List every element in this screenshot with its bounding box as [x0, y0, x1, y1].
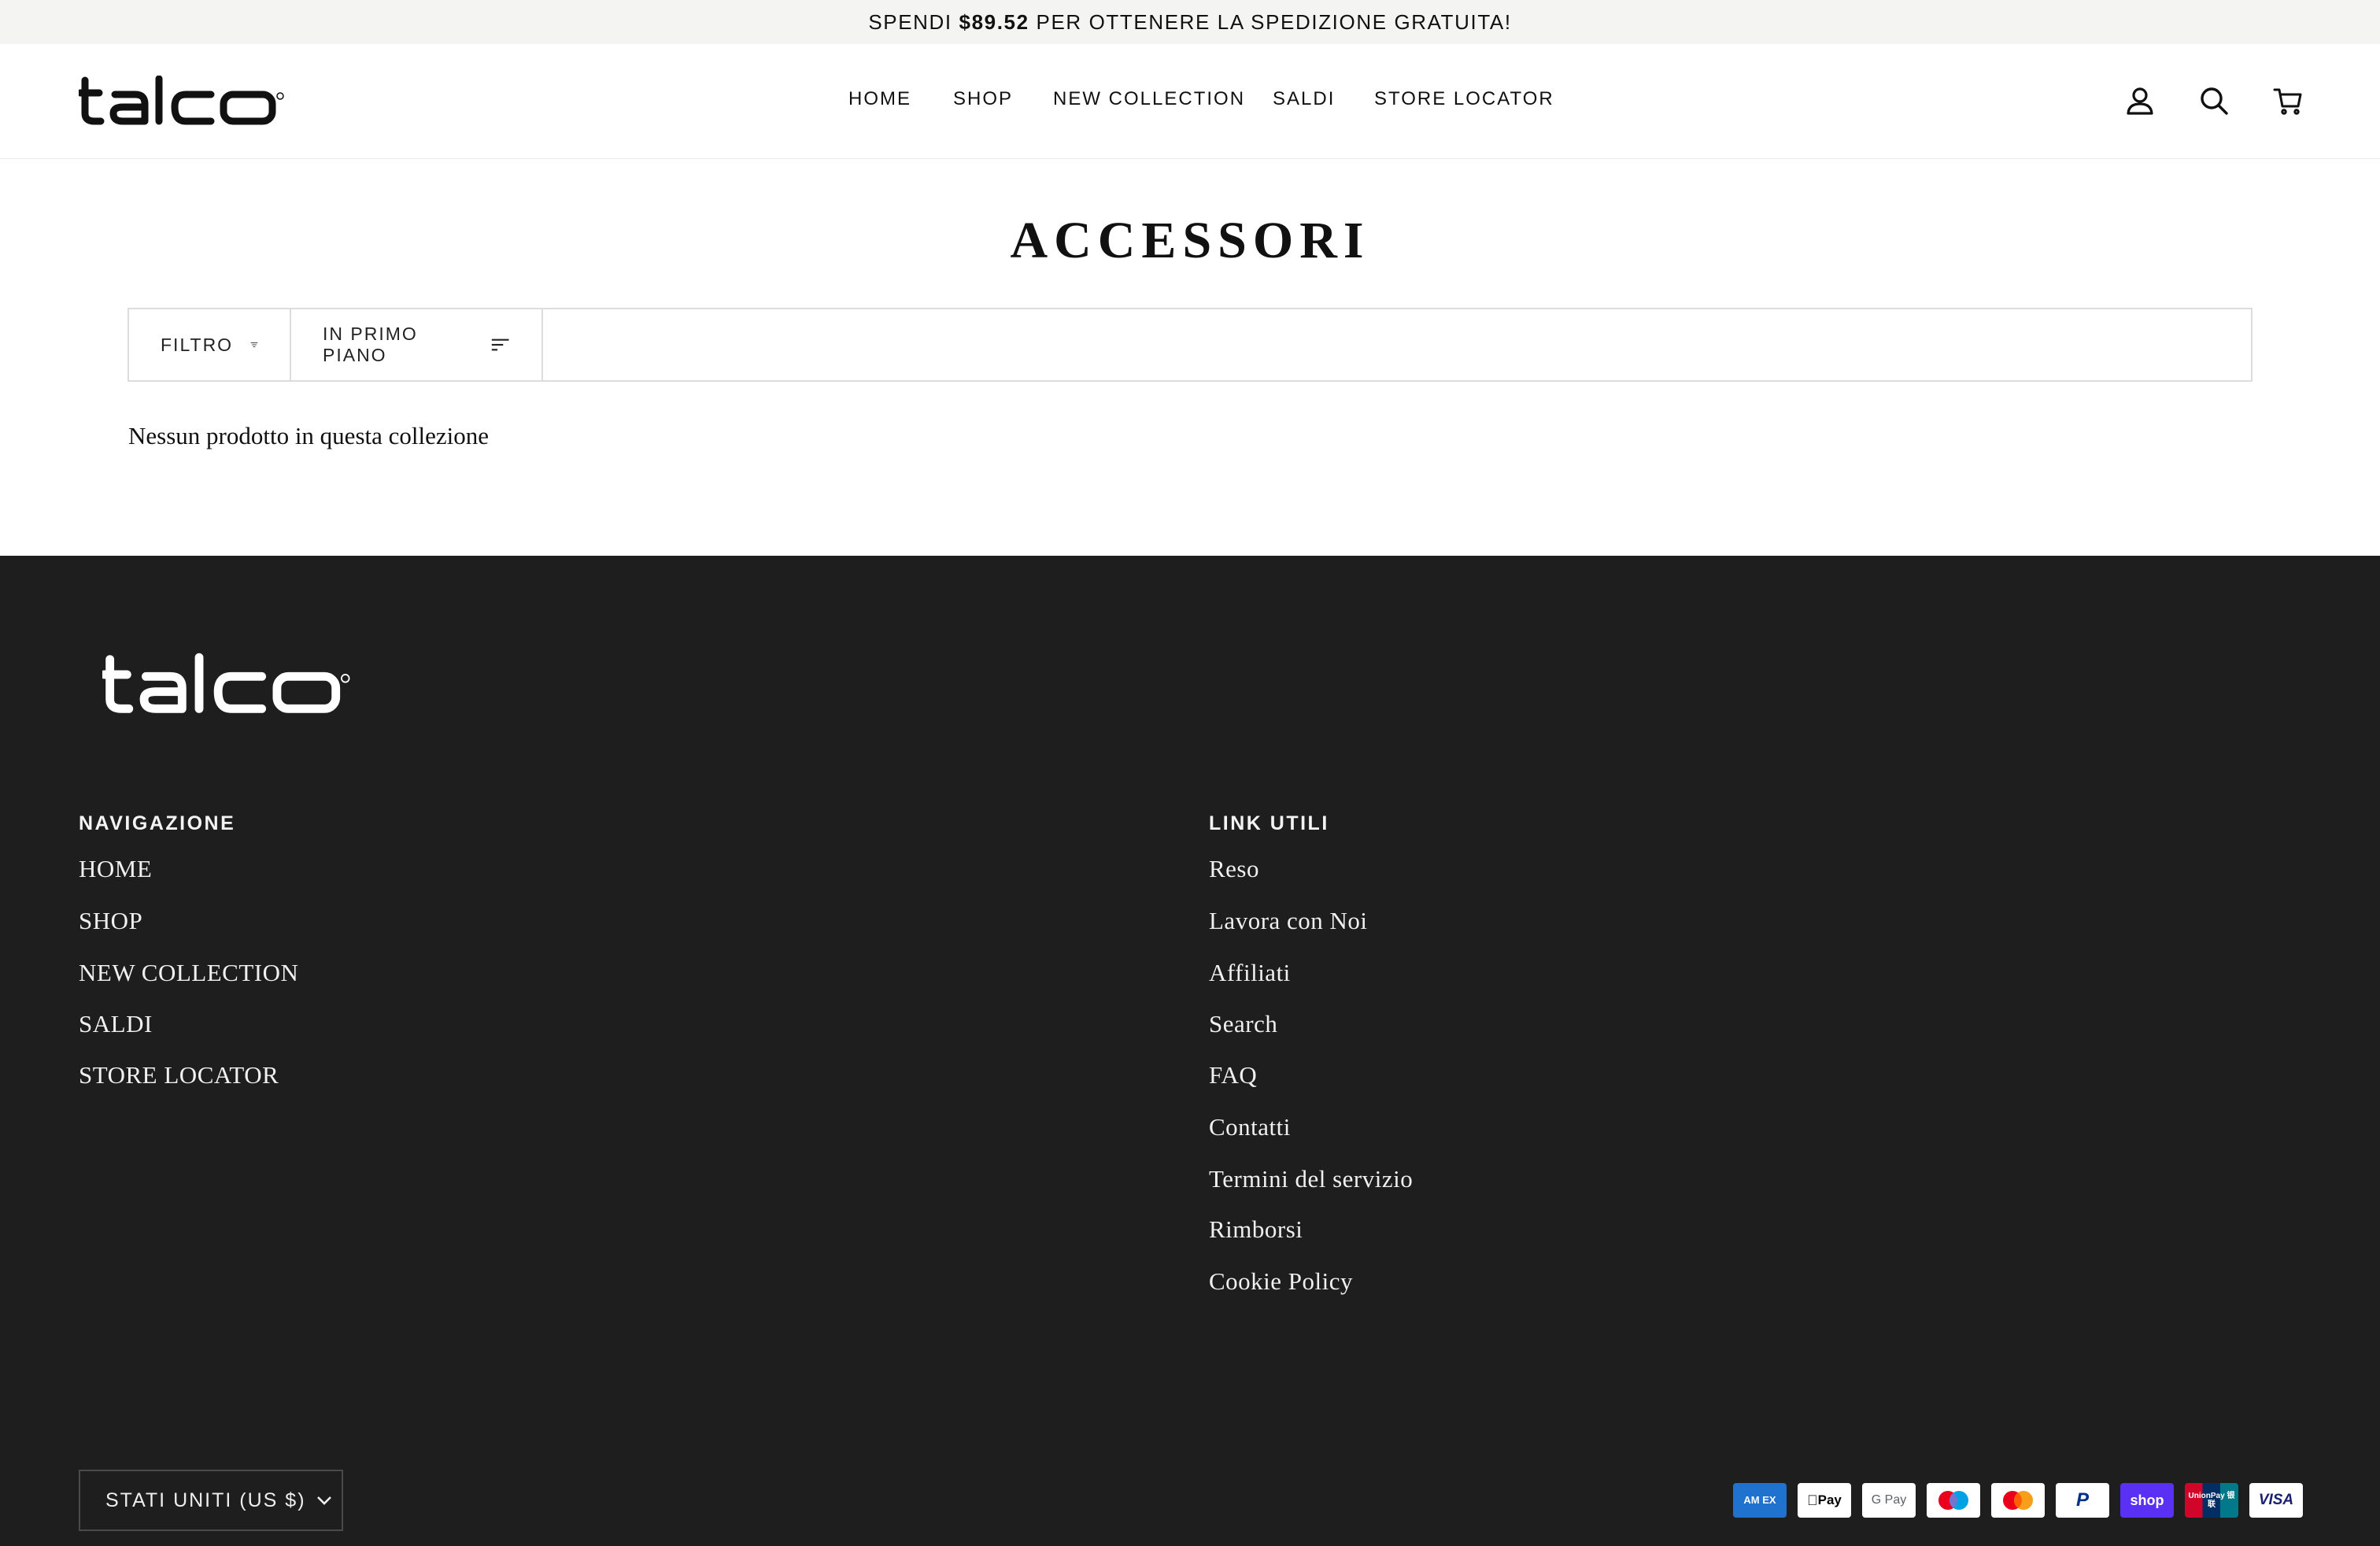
footer-link-search[interactable]: Search [1209, 1010, 1277, 1038]
paypal-icon: P [2056, 1483, 2109, 1518]
footer-link-termini[interactable]: Termini del servizio [1209, 1165, 1413, 1193]
nav-new-collection[interactable]: NEW COLLECTION [1053, 88, 1245, 110]
nav-store-locator[interactable]: STORE LOCATOR [1374, 88, 1554, 110]
footer-link-cookie-policy[interactable]: Cookie Policy [1209, 1267, 1353, 1296]
search-icon[interactable] [2195, 82, 2233, 120]
filter-bar: FILTRO IN PRIMO PIANO [128, 308, 2252, 382]
nav-shop[interactable]: SHOP [953, 88, 1013, 110]
footer-link-rimborsi[interactable]: Rimborsi [1209, 1215, 1303, 1244]
sort-button[interactable]: IN PRIMO PIANO [291, 309, 543, 380]
sort-label: IN PRIMO PIANO [323, 324, 418, 365]
announcement-suffix: PER OTTENERE LA SPEDIZIONE GRATUITA! [1036, 9, 1512, 34]
nav-saldi[interactable]: SALDI [1273, 88, 1335, 110]
cart-icon[interactable] [2269, 82, 2307, 120]
visa-icon: VISA [2249, 1483, 2303, 1518]
currency-label: STATI UNITI (US $) [105, 1489, 306, 1511]
account-icon[interactable] [2121, 82, 2159, 120]
footer-link-reso[interactable]: Reso [1209, 855, 1259, 883]
payment-methods: AM EX Pay G Pay P shop UnionPay 银联 VISA [1733, 1483, 2303, 1518]
footer-link-contatti[interactable]: Contatti [1209, 1113, 1291, 1141]
maestro-icon [1927, 1483, 1980, 1518]
mastercard-icon [1991, 1483, 2045, 1518]
footer-nav-heading: NAVIGAZIONE [79, 812, 236, 834]
footer-link-store-locator[interactable]: STORE LOCATOR [79, 1061, 279, 1089]
chevron-down-icon [316, 1496, 331, 1505]
empty-collection-message: Nessun prodotto in questa collezione [128, 422, 490, 449]
footer-logo[interactable] [99, 650, 351, 718]
footer-link-affiliati[interactable]: Affiliati [1209, 959, 1291, 987]
page-title: ACCESSORI [1010, 212, 1370, 269]
unionpay-icon: UnionPay 银联 [2185, 1483, 2238, 1518]
site-header: HOME SHOP NEW COLLECTION SALDI STORE LOC… [0, 44, 2380, 159]
filter-icon [250, 342, 258, 347]
shop-pay-icon: shop [2120, 1483, 2174, 1518]
filter-label: FILTRO [161, 334, 234, 355]
announcement-prefix: SPENDI [868, 9, 952, 34]
site-footer: NAVIGAZIONE HOME SHOP NEW COLLECTION SAL… [0, 556, 2380, 1546]
talco-logo-icon [76, 75, 284, 125]
sort-icon [491, 338, 509, 351]
google-pay-icon: G Pay [1862, 1483, 1916, 1518]
nav-home[interactable]: HOME [848, 88, 911, 110]
announcement-amount: $89.52 [959, 9, 1029, 34]
footer-links-heading: LINK UTILI [1209, 812, 1329, 834]
footer-link-home[interactable]: HOME [79, 855, 152, 883]
apple-pay-icon: Pay [1798, 1483, 1851, 1518]
footer-link-shop[interactable]: SHOP [79, 907, 142, 935]
talco-logo-white-icon [99, 653, 350, 713]
announcement-bar: SPENDI $89.52 PER OTTENERE LA SPEDIZIONE… [0, 0, 2380, 44]
footer-link-new-collection[interactable]: NEW COLLECTION [79, 959, 298, 987]
currency-selector[interactable]: STATI UNITI (US $) [79, 1470, 343, 1531]
footer-link-saldi[interactable]: SALDI [79, 1010, 153, 1038]
amex-icon: AM EX [1733, 1483, 1787, 1518]
main-nav: HOME SHOP NEW COLLECTION SALDI STORE LOC… [0, 44, 2380, 159]
footer-link-lavora-con-noi[interactable]: Lavora con Noi [1209, 907, 1368, 935]
filter-button[interactable]: FILTRO [129, 309, 291, 380]
header-logo[interactable] [76, 75, 285, 126]
footer-link-faq[interactable]: FAQ [1209, 1061, 1257, 1089]
